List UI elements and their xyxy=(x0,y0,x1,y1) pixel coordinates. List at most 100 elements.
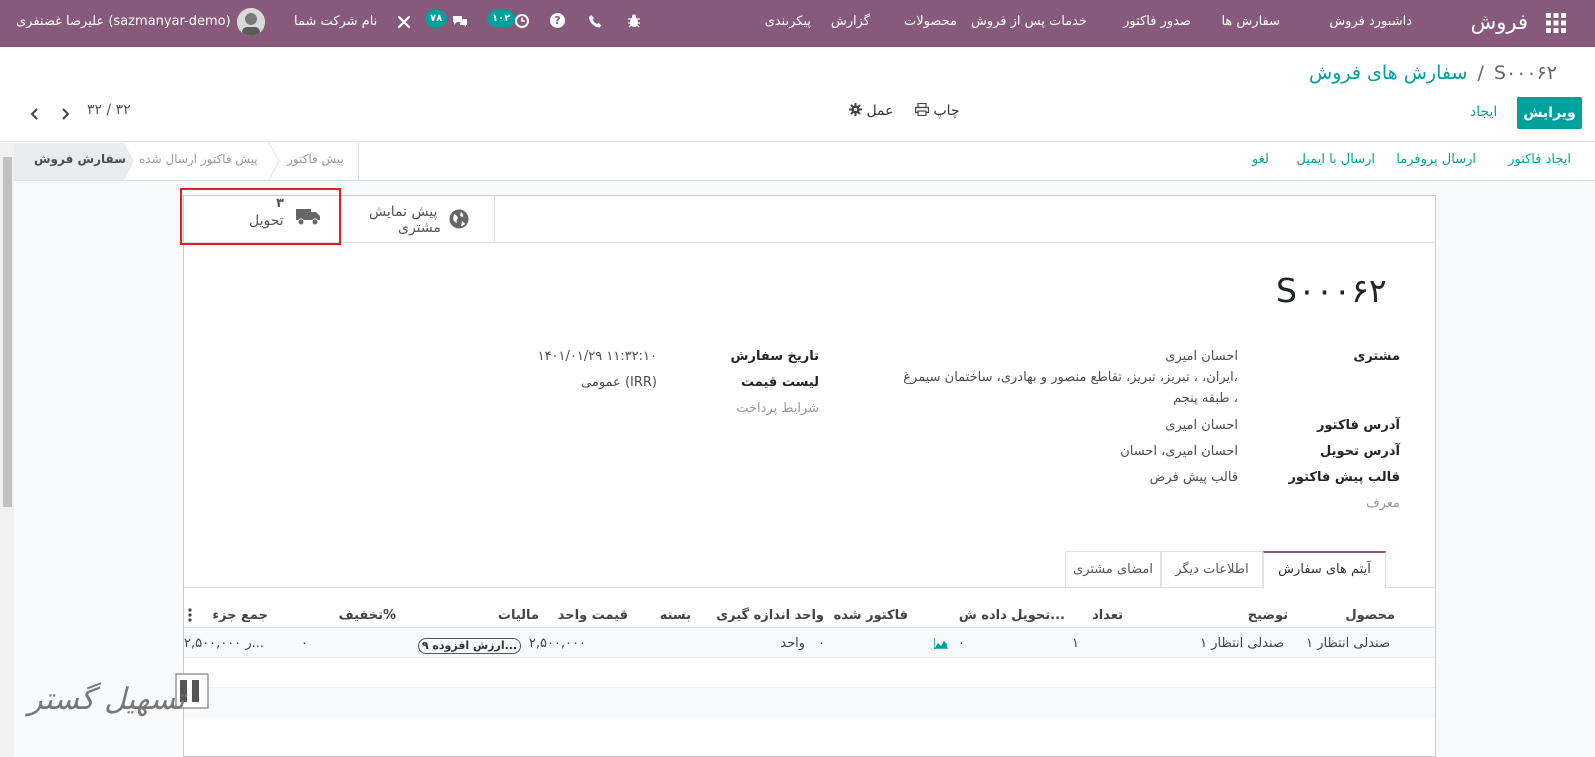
gear-icon xyxy=(849,103,862,116)
tools-icon[interactable] xyxy=(397,15,411,29)
col-discount[interactable]: تخفیف% xyxy=(339,608,396,623)
delivery-smart-button[interactable]: ۳ تحویل xyxy=(180,188,341,245)
breadcrumb: سفارش های فروش / S۰۰۰۶۲ xyxy=(1309,62,1557,84)
tab-other-info[interactable]: اطلاعات دیگر xyxy=(1161,551,1263,588)
order-date-field[interactable]: ۱۴۰۱/۰۱/۲۹ ۱۱:۳۲:۱۰ xyxy=(538,349,657,364)
breadcrumb-parent[interactable]: سفارش های فروش xyxy=(1309,62,1467,84)
form-statusbar: ایجاد فاکتور ارسال پروفرما ارسال با ایمی… xyxy=(0,143,1595,181)
user-avatar[interactable] xyxy=(237,8,265,36)
scrollbar-thumb[interactable] xyxy=(3,157,12,507)
cell-taxes-badge[interactable]: ارزش افزوده ۹... xyxy=(418,638,521,654)
status-stages: سفارش فروش پیش فاکتور ارسال شده پیش فاکت… xyxy=(14,143,359,180)
action-label: عمل xyxy=(866,103,894,119)
app-brand[interactable]: فروش xyxy=(1471,0,1528,47)
quote-template-label: قالب پیش فاکتور xyxy=(1288,470,1400,485)
cell-price-unit[interactable]: ۲,۵۰۰,۰۰۰ xyxy=(529,636,586,651)
status-stage-sale-order: سفارش فروش xyxy=(34,152,126,166)
company-switcher[interactable]: نام شرکت شما xyxy=(294,0,377,47)
print-label: چاپ xyxy=(933,103,960,119)
table-empty-row xyxy=(184,658,1435,688)
messages-icon[interactable] xyxy=(452,14,468,28)
phone-icon[interactable] xyxy=(588,14,602,28)
cancel-order-button[interactable]: لغو xyxy=(1252,152,1269,167)
col-invoiced[interactable]: فاکتور شده xyxy=(834,608,908,623)
menu-configuration[interactable]: پیکربندی xyxy=(765,0,811,47)
help-icon[interactable]: ? xyxy=(550,13,565,28)
create-button[interactable]: ایجاد xyxy=(1470,104,1497,120)
pricelist-label: لیست قیمت xyxy=(741,375,819,390)
menu-sales-dashboard[interactable]: داشبورد فروش xyxy=(1329,0,1412,47)
vertical-scrollbar[interactable] xyxy=(0,143,14,757)
top-navbar: فروش داشبورد فروش سفارش ها صدور فاکتور خ… xyxy=(0,0,1595,47)
activities-count-badge: ۱۰۲ xyxy=(487,10,516,27)
apps-menu-icon[interactable] xyxy=(1546,13,1566,33)
referrer-label: معرف xyxy=(1366,496,1400,511)
control-panel: سفارش های فروش / S۰۰۰۶۲ ویرایش ایجاد چاپ… xyxy=(0,47,1595,142)
customer-address-line2: طبقه پنجم ، xyxy=(1173,391,1238,406)
send-by-email-button[interactable]: ارسال با ایمیل xyxy=(1296,152,1375,167)
delivery-address-field[interactable]: احسان امیری، احسان xyxy=(1120,444,1238,459)
menu-invoicing[interactable]: صدور فاکتور xyxy=(1123,0,1191,47)
create-invoice-button[interactable]: ایجاد فاکتور xyxy=(1508,152,1571,167)
debug-bug-icon[interactable] xyxy=(627,13,641,29)
user-menu[interactable]: علیرضا غضنفری (sazmanyar-demo) xyxy=(16,0,231,47)
customer-address-line1: ایران، ، تبریز، تبریز، تقاطع منصور و بها… xyxy=(903,370,1238,385)
pager-previous-icon[interactable] xyxy=(30,107,40,121)
cell-uom[interactable]: واحد xyxy=(780,636,805,651)
order-date-label: تاریخ سفارش xyxy=(730,349,819,364)
menu-after-sales[interactable]: خدمات پس از فروش xyxy=(971,0,1087,47)
cell-description[interactable]: صندلی انتظار ۱ xyxy=(1200,636,1284,651)
status-stage-quotation[interactable]: پیش فاکتور xyxy=(287,152,344,166)
quote-template-field[interactable]: قالب پیش فرض xyxy=(1150,470,1238,485)
invoice-address-label: آدرس فاکتور xyxy=(1317,418,1400,433)
tab-customer-signature-label: امضای مشتری xyxy=(1073,562,1153,577)
menu-products[interactable]: محصولات xyxy=(904,0,957,47)
col-taxes[interactable]: مالیات xyxy=(498,608,539,623)
col-product[interactable]: محصول xyxy=(1345,608,1395,623)
col-description[interactable]: توضیح xyxy=(1248,608,1288,623)
menu-reporting[interactable]: گزارش xyxy=(831,0,870,47)
col-package[interactable]: بسته xyxy=(660,608,691,623)
pricelist-field[interactable]: عمومی (IRR) xyxy=(581,375,657,390)
action-dropdown[interactable]: عمل xyxy=(849,103,894,119)
invoice-address-field[interactable]: احسان امیری xyxy=(1165,418,1238,433)
menu-orders[interactable]: سفارش ها xyxy=(1221,0,1280,47)
pager-value[interactable]: ۳۲ / ۳۲ xyxy=(87,102,131,118)
tab-customer-signature[interactable]: امضای مشتری xyxy=(1065,551,1161,588)
col-uom[interactable]: واحد اندازه گیری xyxy=(716,608,824,623)
edit-button[interactable]: ویرایش xyxy=(1517,97,1582,129)
cell-product[interactable]: صندلی انتظار ۱ xyxy=(1306,636,1390,651)
record-title: S۰۰۰۶۲ xyxy=(1276,271,1387,310)
print-icon xyxy=(915,102,930,117)
cell-quantity[interactable]: ۱ xyxy=(1072,636,1079,651)
truck-icon xyxy=(296,208,320,226)
preview-label-line2: مشتری xyxy=(398,220,441,236)
print-dropdown[interactable]: چاپ xyxy=(915,102,960,119)
col-delivered[interactable]: تحویل داده ش... xyxy=(959,608,1065,623)
tab-other-info-label: اطلاعات دیگر xyxy=(1175,562,1249,577)
tab-order-lines[interactable]: آیتم های سفارش xyxy=(1263,551,1386,589)
customer-field[interactable]: احسان امیری xyxy=(1165,349,1238,364)
customer-label: مشتری xyxy=(1353,349,1400,364)
activities-icon[interactable] xyxy=(515,14,529,28)
cell-subtotal: ۲,۵۰۰,۰۰۰ ر... xyxy=(184,636,264,651)
status-stage-quotation-sent[interactable]: پیش فاکتور ارسال شده xyxy=(139,152,258,166)
col-quantity[interactable]: تعداد xyxy=(1092,608,1123,623)
pager-next-icon[interactable] xyxy=(60,107,70,121)
cell-delivered[interactable]: ۰ xyxy=(958,636,965,651)
delivery-count: ۳ xyxy=(276,196,284,211)
watermark-text: تسهیل گستر xyxy=(28,682,185,717)
cell-discount[interactable]: ۰ xyxy=(301,636,308,651)
breadcrumb-separator: / xyxy=(1477,62,1484,84)
table-empty-row xyxy=(184,688,1435,718)
payment-terms-label: شرایط پرداخت xyxy=(736,401,819,416)
customer-preview-smart-button[interactable]: پیش نمایش مشتری xyxy=(341,196,495,243)
watermark-logo: تسهیل گستر xyxy=(28,672,213,730)
send-proforma-button[interactable]: ارسال پروفرما xyxy=(1396,152,1476,167)
forecast-chart-icon[interactable] xyxy=(933,638,948,650)
optional-columns-icon[interactable] xyxy=(188,608,192,622)
cell-invoiced: ۰ xyxy=(818,636,825,651)
col-subtotal[interactable]: جمع جزء xyxy=(212,608,268,623)
tab-order-lines-label: آیتم های سفارش xyxy=(1278,562,1371,577)
col-unit-price[interactable]: قیمت واحد xyxy=(558,608,628,623)
